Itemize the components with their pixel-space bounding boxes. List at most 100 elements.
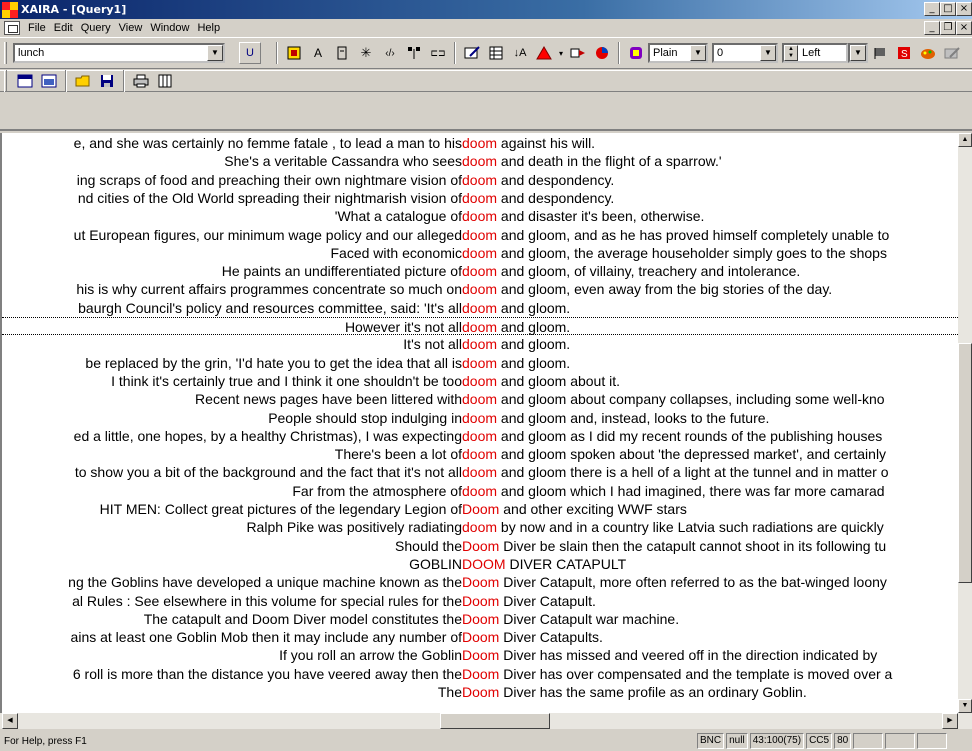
concordance-row[interactable]: If you roll an arrow the Goblin Doom Div… bbox=[2, 646, 958, 664]
document-icon[interactable] bbox=[4, 21, 20, 35]
concordance-row[interactable]: The catapult and Doom Diver model consti… bbox=[2, 610, 958, 628]
scroll-down-icon[interactable]: ▼ bbox=[958, 699, 972, 713]
open-folder-icon[interactable] bbox=[72, 70, 94, 92]
concordance-row[interactable]: I think it's certainly true and I think … bbox=[2, 372, 958, 390]
align-dropdown[interactable]: ▼ bbox=[848, 43, 868, 63]
close-button[interactable]: × bbox=[956, 2, 972, 16]
mdi-restore-button[interactable]: ❐ bbox=[940, 21, 956, 35]
paint-icon[interactable] bbox=[917, 42, 939, 64]
save-s-icon[interactable]: S bbox=[893, 42, 915, 64]
u-button[interactable]: U bbox=[239, 42, 261, 64]
chevron-down-icon[interactable]: ▼ bbox=[850, 45, 866, 61]
svg-text:S: S bbox=[901, 49, 908, 60]
toolbar-grip[interactable] bbox=[4, 42, 7, 64]
bracket-icon[interactable]: ⊏⊐ bbox=[427, 42, 449, 64]
scroll-up-icon[interactable]: ▲ bbox=[958, 133, 972, 147]
concordance-row[interactable]: baurgh Council's policy and resources co… bbox=[2, 299, 958, 317]
minimize-button[interactable]: _ bbox=[924, 2, 940, 16]
concordance-row[interactable]: Faced with economic doom and gloom, the … bbox=[2, 244, 958, 262]
color-wheel-icon[interactable] bbox=[591, 42, 613, 64]
menu-view[interactable]: View bbox=[115, 22, 147, 34]
search-combo[interactable]: lunch ▼ bbox=[13, 43, 225, 63]
number-combo[interactable]: 0 ▼ bbox=[712, 43, 778, 63]
concordance-view[interactable]: e, and she was certainly no femme fatale… bbox=[0, 133, 958, 713]
print-icon[interactable] bbox=[130, 70, 152, 92]
menu-file[interactable]: File bbox=[24, 22, 50, 34]
right-context: DIVER CATAPULT bbox=[505, 555, 627, 572]
grid-icon[interactable] bbox=[485, 42, 507, 64]
concordance-row[interactable]: al Rules : See elsewhere in this volume … bbox=[2, 592, 958, 610]
sql-icon[interactable] bbox=[14, 70, 36, 92]
pattern-icon[interactable] bbox=[331, 42, 353, 64]
style-combo[interactable]: Plain ▼ bbox=[648, 43, 708, 63]
menu-help[interactable]: Help bbox=[193, 22, 224, 34]
tree-icon[interactable] bbox=[403, 42, 425, 64]
concordance-row[interactable]: Recent news pages have been littered wit… bbox=[2, 390, 958, 408]
concordance-row[interactable]: 'What a catalogue of doom and disaster i… bbox=[2, 207, 958, 225]
spin-arrows-icon[interactable]: ▲ ▼ bbox=[784, 45, 798, 61]
edit-icon[interactable] bbox=[941, 42, 963, 64]
concordance-row[interactable]: his is why current affairs programmes co… bbox=[2, 280, 958, 298]
scroll-left-icon[interactable]: ◀ bbox=[2, 713, 18, 729]
concordance-row[interactable]: The Doom Diver has the same profile as a… bbox=[2, 683, 958, 701]
concordance-row[interactable]: 6 roll is more than the distance you hav… bbox=[2, 665, 958, 683]
concordance-row[interactable]: to show you a bit of the background and … bbox=[2, 463, 958, 481]
concordance-row[interactable]: Ralph Pike was positively radiating doom… bbox=[2, 518, 958, 536]
concordance-row[interactable]: There's been a lot of doom and gloom spo… bbox=[2, 445, 958, 463]
right-context: and gloom and, instead, looks to the fut… bbox=[497, 409, 770, 426]
concordance-row[interactable]: e, and she was certainly no femme fatale… bbox=[2, 134, 958, 152]
a-button[interactable]: A bbox=[307, 42, 329, 64]
concordance-row[interactable]: ed a little, one hopes, by a healthy Chr… bbox=[2, 427, 958, 445]
vertical-scrollbar[interactable]: ▲ ▼ bbox=[958, 133, 972, 713]
concordance-row[interactable]: nd cities of the Old World spreading the… bbox=[2, 189, 958, 207]
edit-query-icon[interactable] bbox=[461, 42, 483, 64]
chevron-down-icon[interactable]: ▼ bbox=[207, 45, 223, 61]
chevron-down-icon[interactable]: ▼ bbox=[760, 45, 776, 61]
scroll-right-icon[interactable]: ▶ bbox=[942, 713, 958, 729]
left-context: However it's not all bbox=[344, 319, 462, 335]
concordance-row[interactable]: It's not all doom and gloom. bbox=[2, 335, 958, 353]
concordance-row[interactable]: GOBLIN DOOM DIVER CATAPULT bbox=[2, 555, 958, 573]
mdi-minimize-button[interactable]: _ bbox=[924, 21, 940, 35]
mdi-close-button[interactable]: × bbox=[956, 21, 972, 35]
concordance-row[interactable]: However it's not all doom and gloom. bbox=[2, 317, 958, 335]
concordance-row[interactable]: ut European figures, our minimum wage po… bbox=[2, 226, 958, 244]
columns-icon[interactable] bbox=[154, 70, 176, 92]
chevron-down-icon[interactable]: ▼ bbox=[690, 45, 706, 61]
asterisk-icon[interactable]: ✳ bbox=[355, 42, 377, 64]
menu-query[interactable]: Query bbox=[77, 22, 115, 34]
sort-icon[interactable]: ↓A bbox=[509, 42, 531, 64]
export-icon[interactable] bbox=[567, 42, 589, 64]
query-builder-icon[interactable] bbox=[283, 42, 305, 64]
concordance-row[interactable]: HIT MEN: Collect great pictures of the l… bbox=[2, 500, 958, 518]
concordance-row[interactable]: be replaced by the grin, 'I'd hate you t… bbox=[2, 354, 958, 372]
flag-icon[interactable] bbox=[869, 42, 891, 64]
dropdown-arrow-icon[interactable]: ▾ bbox=[557, 42, 565, 64]
concordance-row[interactable]: He paints an undifferentiated picture of… bbox=[2, 262, 958, 280]
concordance-row[interactable]: ing scraps of food and preaching their o… bbox=[2, 171, 958, 189]
align-spin[interactable]: ▲ ▼ Left bbox=[782, 43, 848, 63]
concordance-row[interactable]: Far from the atmosphere of doom and gloo… bbox=[2, 482, 958, 500]
concordance-row[interactable]: Should the Doom Diver be slain then the … bbox=[2, 537, 958, 555]
maximize-button[interactable]: □ bbox=[940, 2, 956, 16]
toolbar-grip[interactable] bbox=[4, 70, 7, 92]
concordance-row[interactable]: ng the Goblins have developed a unique m… bbox=[2, 573, 958, 591]
style-icon[interactable] bbox=[625, 42, 647, 64]
horizontal-scrollbar[interactable]: ◀ ▶ bbox=[0, 713, 972, 729]
horizontal-scroll-thumb[interactable] bbox=[440, 713, 550, 729]
menu-window[interactable]: Window bbox=[146, 22, 193, 34]
menu-edit[interactable]: Edit bbox=[50, 22, 77, 34]
warning-icon[interactable] bbox=[533, 42, 555, 64]
keyword: Doom bbox=[462, 501, 500, 517]
vertical-scroll-thumb[interactable] bbox=[958, 343, 972, 583]
concordance-row[interactable]: People should stop indulging in doom and… bbox=[2, 409, 958, 427]
left-context: Should the bbox=[395, 537, 462, 554]
xml-icon[interactable]: ‹/› bbox=[379, 42, 401, 64]
app-icon[interactable] bbox=[2, 1, 18, 18]
concordance-row[interactable]: She's a veritable Cassandra who sees doo… bbox=[2, 152, 958, 170]
style-value: Plain bbox=[653, 47, 678, 59]
save-icon[interactable] bbox=[96, 70, 118, 92]
left-context: 'What a catalogue of bbox=[334, 208, 462, 225]
concordance-row[interactable]: ains at least one Goblin Mob then it may… bbox=[2, 628, 958, 646]
nb-icon[interactable] bbox=[38, 70, 60, 92]
